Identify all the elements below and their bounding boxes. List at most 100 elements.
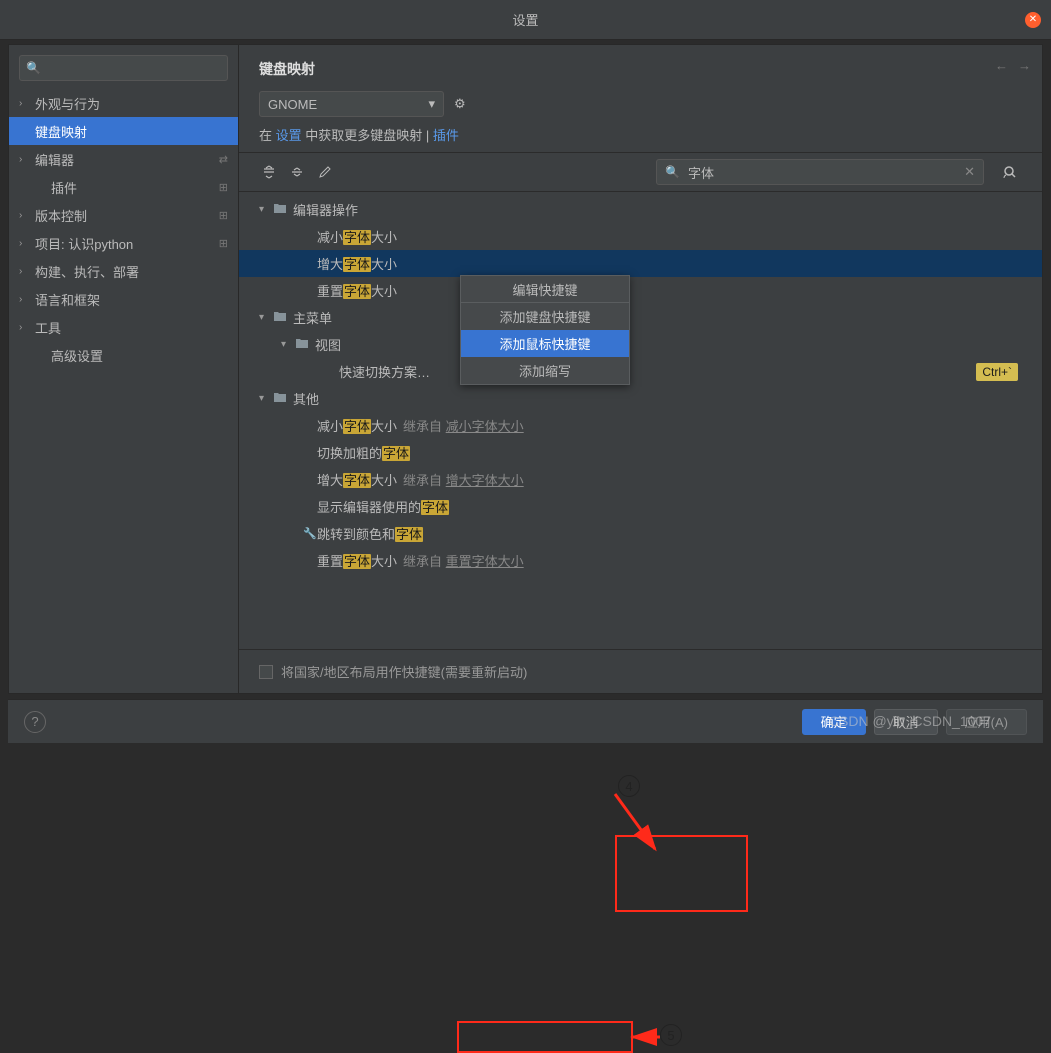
sidebar-item-0[interactable]: ›外观与行为 [9, 89, 238, 117]
sidebar-item-2[interactable]: ›编辑器⇄ [9, 145, 238, 173]
tree-row-1[interactable]: 减小字体大小 [239, 223, 1042, 250]
sidebar-item-1[interactable]: 键盘映射 [9, 117, 238, 145]
context-menu-item-1[interactable]: 添加鼠标快捷键 [461, 330, 629, 357]
sidebar-item-label: 构建、执行、部署 [35, 262, 228, 281]
chevron-down-icon: ▾ [428, 96, 435, 112]
settings-link[interactable]: 设置 [276, 128, 302, 143]
tree-row-9[interactable]: 切换加粗的字体 [239, 439, 1042, 466]
folder-icon [295, 337, 311, 352]
chevron-down-icon: ▾ [281, 339, 295, 350]
tree-row-4[interactable]: ▾ 主菜单 [239, 304, 1042, 331]
ok-button[interactable]: 确定 [802, 709, 866, 735]
badge-icon: ⊞ [219, 237, 228, 250]
keymap-search-box[interactable]: 🔍 ✕ [656, 159, 984, 185]
chevron-right-icon: › [19, 210, 31, 221]
sidebar-item-3[interactable]: 插件⊞ [9, 173, 238, 201]
chevron-right-icon: › [19, 322, 31, 333]
sidebar-item-4[interactable]: › 版本控制⊞ [9, 201, 238, 229]
sidebar-item-label: 外观与行为 [35, 94, 228, 113]
clear-icon[interactable]: ✕ [964, 164, 975, 180]
help-button[interactable]: ? [24, 711, 46, 733]
chevron-down-icon: ▾ [259, 204, 273, 215]
tree-row-5[interactable]: ▾视图 [239, 331, 1042, 358]
collapse-all-icon[interactable] [287, 162, 307, 182]
chevron-right-icon: › [19, 266, 31, 277]
national-layout-checkbox[interactable] [259, 665, 273, 679]
apply-button[interactable]: 应用(A) [946, 709, 1027, 735]
tree-item-label: 跳转到颜色和字体 [317, 524, 423, 543]
sidebar-item-7[interactable]: ›语言和框架 [9, 285, 238, 313]
tree-item-label: 减小字体大小 [317, 416, 397, 435]
sidebar-item-label: 插件 [35, 178, 219, 197]
edit-icon[interactable] [315, 162, 335, 182]
find-shortcut-icon[interactable] [998, 160, 1022, 184]
inherit-link[interactable]: 增大字体大小 [446, 473, 524, 488]
search-icon: 🔍 [26, 61, 41, 75]
search-icon: 🔍 [665, 165, 680, 179]
context-menu-item-2[interactable]: 添加缩写 [461, 357, 629, 384]
chevron-down-icon: ▾ [259, 312, 273, 323]
sidebar-item-label: 键盘映射 [35, 122, 228, 141]
inherit-link[interactable]: 减小字体大小 [446, 419, 524, 434]
scheme-dropdown[interactable]: GNOME ▾ [259, 91, 444, 117]
tree-row-8[interactable]: 减小字体大小继承自 减小字体大小 [239, 412, 1042, 439]
footer-checkbox-row: 将国家/地区布局用作快捷键(需要重新启动) [239, 649, 1042, 693]
keymap-search-input[interactable] [688, 165, 960, 180]
chevron-right-icon: › [19, 238, 31, 249]
tree-row-3[interactable]: 重置字体大小 [239, 277, 1042, 304]
keymap-tree[interactable]: ▾编辑器操作减小字体大小增大字体大小重置字体大小▾主菜单▾视图快速切换方案…Ct… [239, 192, 1042, 649]
tree-row-12[interactable]: 🔧跳转到颜色和字体 [239, 520, 1042, 547]
sidebar: 🔍 ›外观与行为键盘映射›编辑器⇄插件⊞›版本控制⊞›项目: 认识python⊞… [9, 45, 239, 693]
wrench-icon: 🔧 [303, 527, 317, 540]
sidebar-item-label: 高级设置 [35, 346, 228, 365]
sidebar-item-label: 版本控制 [35, 206, 219, 225]
toolbar: 🔍 ✕ [239, 152, 1042, 192]
tree-item-label: 切换加粗的字体 [317, 443, 410, 462]
tree-item-label: 重置字体大小 [317, 281, 397, 300]
tree-row-2[interactable]: 增大字体大小 [239, 250, 1042, 277]
sidebar-item-6[interactable]: › 构建、执行、部署 [9, 257, 238, 285]
tree-row-0[interactable]: ▾编辑器操作 [239, 196, 1042, 223]
tree-item-label: 快速切换方案… [339, 362, 430, 381]
tree-row-13[interactable]: 重置字体大小继承自 重置字体大小 [239, 547, 1042, 574]
tree-item-label: 其他 [293, 389, 319, 408]
window-title: 设置 [512, 10, 538, 29]
context-menu-item-0[interactable]: 添加键盘快捷键 [461, 303, 629, 330]
tree-row-10[interactable]: 增大字体大小继承自 增大字体大小 [239, 466, 1042, 493]
bottom-bar: ? 确定 取消 应用(A) [8, 699, 1043, 743]
folder-icon [273, 391, 289, 406]
tree-item-label: 增大字体大小 [317, 470, 397, 489]
badge-icon: ⇄ [219, 153, 228, 166]
folder-icon [273, 202, 289, 217]
badge-icon: ⊞ [219, 209, 228, 222]
inherit-link[interactable]: 重置字体大小 [446, 554, 524, 569]
tree-row-7[interactable]: ▾ 其他 [239, 385, 1042, 412]
nav-list: ›外观与行为键盘映射›编辑器⇄插件⊞›版本控制⊞›项目: 认识python⊞›构… [9, 89, 238, 693]
sidebar-item-8[interactable]: ›工具 [9, 313, 238, 341]
chevron-down-icon: ▾ [259, 393, 273, 404]
inherit-info: 继承自 减小字体大小 [403, 416, 524, 435]
content-title: 键盘映射 [259, 59, 1022, 79]
plugins-link[interactable]: 插件 [433, 128, 459, 143]
folder-icon [273, 310, 289, 325]
sidebar-item-label: 编辑器 [35, 150, 219, 169]
sidebar-item-9[interactable]: 高级设置 [9, 341, 238, 369]
sidebar-search-input[interactable] [45, 61, 221, 76]
sidebar-search[interactable]: 🔍 [19, 55, 228, 81]
tree-item-label: 主菜单 [293, 308, 332, 327]
chevron-right-icon: › [19, 294, 31, 305]
inherit-info: 继承自 增大字体大小 [403, 470, 524, 489]
tree-item-label: 增大字体大小 [317, 254, 397, 273]
hint-row: 在 设置 中获取更多键盘映射 | 插件 [259, 125, 1022, 144]
close-button[interactable]: ✕ [1025, 12, 1041, 28]
cancel-button[interactable]: 取消 [874, 709, 938, 735]
scheme-value: GNOME [268, 97, 317, 112]
gear-icon[interactable]: ⚙ [454, 96, 466, 112]
context-menu: 编辑快捷键 添加键盘快捷键添加鼠标快捷键添加缩写 [460, 275, 630, 385]
sidebar-item-label: 项目: 认识python [35, 234, 219, 253]
tree-row-6[interactable]: 快速切换方案…Ctrl+` [239, 358, 1042, 385]
expand-all-icon[interactable] [259, 162, 279, 182]
tree-row-11[interactable]: 显示编辑器使用的字体 [239, 493, 1042, 520]
sidebar-item-5[interactable]: › 项目: 认识python⊞ [9, 229, 238, 257]
annotation-5: 5 [660, 1024, 682, 1046]
